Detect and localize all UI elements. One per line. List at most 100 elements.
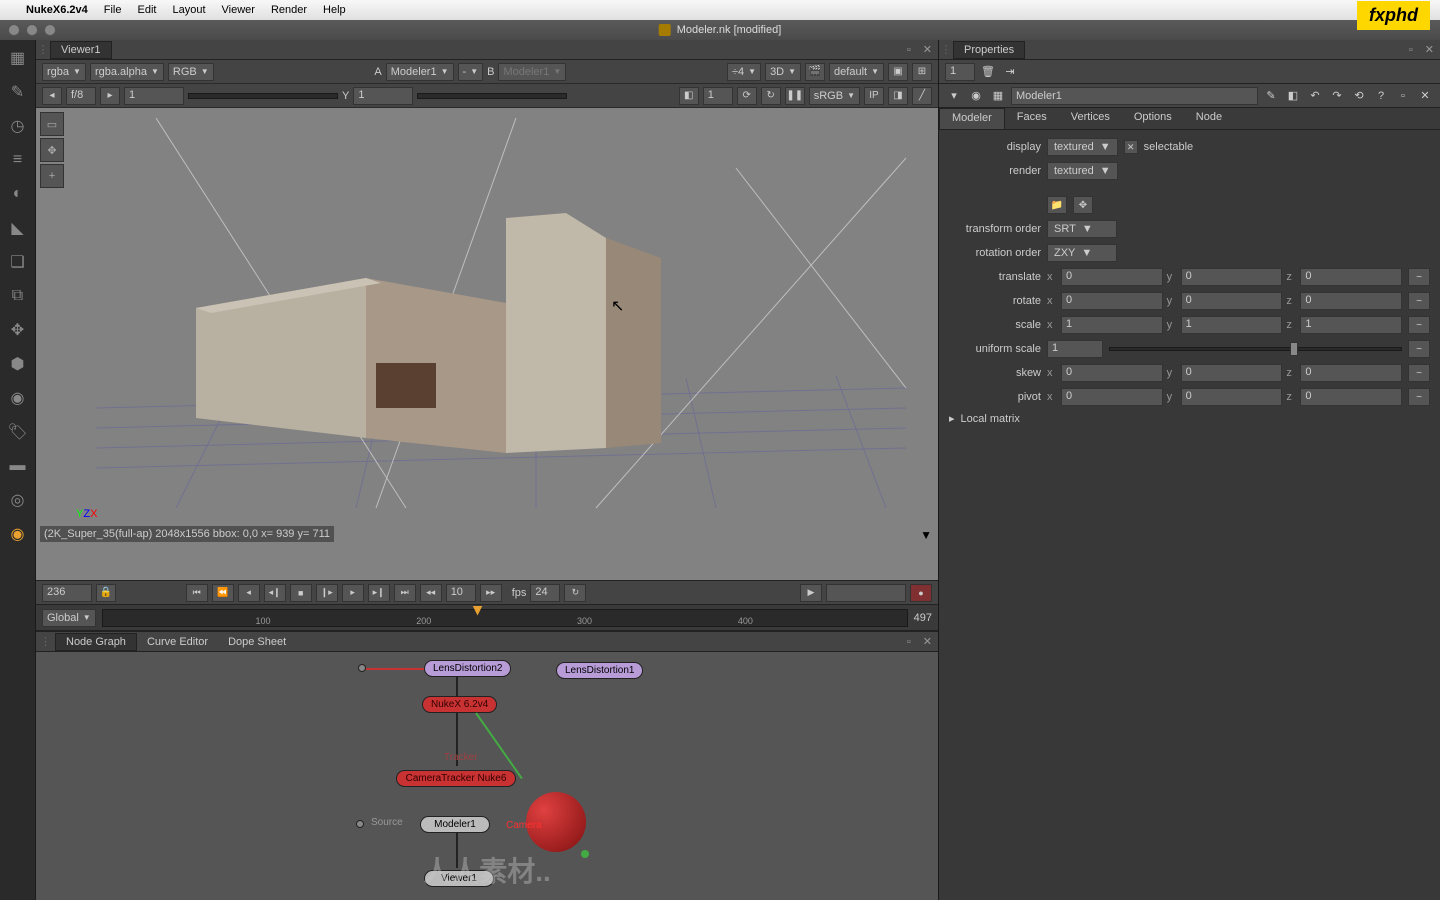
tc-field[interactable]: 1 [703, 87, 733, 105]
layer-combo[interactable]: rgba▼ [42, 63, 86, 81]
tab-vertices[interactable]: Vertices [1059, 108, 1122, 129]
menu-file[interactable]: File [104, 4, 122, 16]
display-combo[interactable]: textured▼ [1047, 138, 1118, 156]
redo-icon[interactable]: ↷ [1328, 87, 1346, 105]
tool-furnace-icon[interactable]: ◎ [6, 488, 30, 512]
center-icon[interactable]: ▦ [989, 87, 1007, 105]
rgb-combo[interactable]: RGB▼ [168, 63, 214, 81]
gamma-slider[interactable] [417, 93, 567, 99]
last-frame-icon[interactable]: ⏭ [394, 584, 416, 602]
prop-count-field[interactable]: 1 [945, 63, 975, 81]
input-a-combo[interactable]: Modeler1▼ [386, 63, 454, 81]
tab-dope-sheet[interactable]: Dope Sheet [218, 634, 296, 650]
tool-color-icon[interactable]: ◐ [6, 182, 30, 206]
scale-y[interactable]: 1 [1181, 316, 1283, 334]
float-prop-icon[interactable]: ▫ [1394, 87, 1412, 105]
skip-fwd-icon[interactable]: ▸▸ [480, 584, 502, 602]
tool-brush-icon[interactable]: ✎ [6, 80, 30, 104]
wipe-icon[interactable]: ◨ [888, 87, 908, 105]
translate-x[interactable]: 0 [1061, 268, 1163, 286]
prop-grip-icon[interactable]: ⋮ [939, 43, 953, 56]
translate-z[interactable]: 0 [1300, 268, 1402, 286]
scale-anim-icon[interactable]: ~ [1408, 316, 1430, 334]
skew-z[interactable]: 0 [1300, 364, 1402, 382]
flipbook-field[interactable] [826, 584, 906, 602]
view-mode-combo[interactable]: 3D▼ [765, 63, 801, 81]
tool-image-icon[interactable]: ▦ [6, 46, 30, 70]
refresh-icon[interactable]: ↻ [761, 87, 781, 105]
tool-views-icon[interactable]: ◉ [6, 386, 30, 410]
loop-icon[interactable]: ↻ [564, 584, 586, 602]
pause-icon[interactable]: ❚❚ [785, 87, 805, 105]
menu-viewer[interactable]: Viewer [222, 4, 255, 16]
stop-icon[interactable]: ■ [290, 584, 312, 602]
skew-x[interactable]: 0 [1061, 364, 1163, 382]
vp-add-icon[interactable]: + [40, 164, 64, 188]
snap-axis-icon[interactable]: ✥ [1073, 196, 1093, 214]
close-prop-icon[interactable]: ✕ [1416, 87, 1434, 105]
node-camtracker[interactable]: CameraTracker Nuke6 [396, 770, 516, 787]
vp-move-icon[interactable]: ✥ [40, 138, 64, 162]
rotate-y[interactable]: 0 [1181, 292, 1283, 310]
current-frame-field[interactable]: 236 [42, 584, 92, 602]
tool-time-icon[interactable]: ◷ [6, 114, 30, 138]
skip-back-icon[interactable]: ◂◂ [420, 584, 442, 602]
clip-icon[interactable]: ◧ [679, 87, 699, 105]
step-back-icon[interactable]: ◂ [238, 584, 260, 602]
zoom-combo[interactable]: ÷4▼ [727, 63, 761, 81]
selectable-checkbox[interactable]: ✕ [1124, 140, 1138, 154]
tool-keyer-icon[interactable]: ❑ [6, 250, 30, 274]
prev-icon[interactable]: ◂ [42, 87, 62, 105]
node-lens2[interactable]: LensDistortion1 [556, 662, 643, 679]
rotate-anim-icon[interactable]: ~ [1408, 292, 1430, 310]
undo-icon[interactable]: ↶ [1306, 87, 1324, 105]
tool-filter-icon[interactable]: ◣ [6, 216, 30, 240]
channel-combo[interactable]: rgba.alpha▼ [90, 63, 164, 81]
lock-icon[interactable]: 🔒 [96, 584, 116, 602]
gain-slider[interactable] [188, 93, 338, 99]
flipbook-icon[interactable]: ▶ [800, 584, 822, 602]
panel-grip-icon[interactable]: ⋮ [36, 43, 50, 56]
tool-merge-icon[interactable]: ⧉ [6, 284, 30, 308]
transform-order-combo[interactable]: SRT▼ [1047, 220, 1117, 238]
skip-field[interactable]: 10 [446, 584, 476, 602]
rotation-order-combo[interactable]: ZXY▼ [1047, 244, 1117, 262]
properties-tab[interactable]: Properties [953, 41, 1025, 59]
panel-close-icon[interactable]: ✕ [917, 43, 938, 56]
tab-faces[interactable]: Faces [1005, 108, 1059, 129]
local-matrix-expand[interactable]: ▸ Local matrix [949, 412, 1430, 425]
translate-y[interactable]: 0 [1181, 268, 1283, 286]
pause-render-icon[interactable]: ⟳ [737, 87, 757, 105]
tab-node[interactable]: Node [1184, 108, 1234, 129]
node-lens1[interactable]: LensDistortion2 [424, 660, 511, 677]
lut-combo[interactable]: sRGB▼ [809, 87, 860, 105]
vp-select-icon[interactable]: ▭ [40, 112, 64, 136]
expand-icon[interactable]: ▾ [945, 87, 963, 105]
prop-close-icon[interactable]: ✕ [1419, 43, 1440, 56]
gamma-field[interactable]: 1 [353, 87, 413, 105]
roi-icon[interactable]: ▣ [888, 63, 908, 81]
uscale-anim-icon[interactable]: ~ [1408, 340, 1430, 358]
tool-3d-icon[interactable]: ⬢ [6, 352, 30, 376]
rotate-z[interactable]: 0 [1300, 292, 1402, 310]
traffic-lights[interactable] [0, 24, 56, 36]
tab-modeler[interactable]: Modeler [939, 108, 1005, 129]
menu-help[interactable]: Help [323, 4, 346, 16]
range-combo[interactable]: Global▼ [42, 609, 96, 627]
overscan-icon[interactable]: ⊞ [912, 63, 932, 81]
prev-frame-icon[interactable]: ◂❙ [264, 584, 286, 602]
fstop-field[interactable]: f/8 [66, 87, 96, 105]
node-viewer[interactable]: Viewer1 [424, 870, 494, 887]
fps-field[interactable]: 24 [530, 584, 560, 602]
pivot-y[interactable]: 0 [1181, 388, 1283, 406]
tool-other-icon[interactable]: ▬ [6, 454, 30, 478]
tool-transform-icon[interactable]: ✥ [6, 318, 30, 342]
menu-layout[interactable]: Layout [172, 4, 205, 16]
skew-y[interactable]: 0 [1181, 364, 1283, 382]
pivot-anim-icon[interactable]: ~ [1408, 388, 1430, 406]
prop-float-icon[interactable]: ▫ [1403, 44, 1419, 56]
ip-button[interactable]: IP [864, 87, 884, 105]
next-icon[interactable]: ▸ [100, 87, 120, 105]
node-modeler[interactable]: Modeler1 [420, 816, 490, 833]
stripe-icon[interactable]: ╱ [912, 87, 932, 105]
